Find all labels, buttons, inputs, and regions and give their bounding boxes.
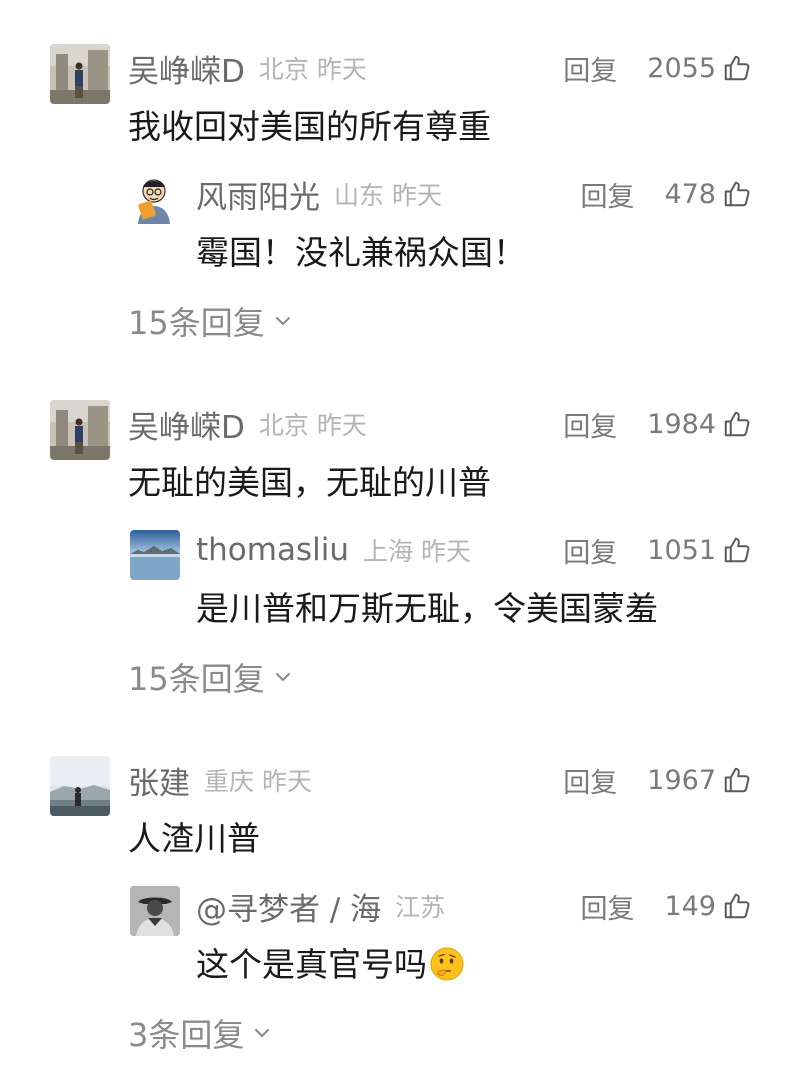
- chevron-down-icon: [275, 317, 290, 325]
- comment-author[interactable]: 吴峥嵘D: [128, 46, 245, 91]
- thumbs-up-icon[interactable]: [722, 765, 752, 795]
- thumbs-up-icon[interactable]: [722, 409, 752, 439]
- comment-text: 我收回对美国的所有尊重: [128, 107, 491, 146]
- reply-text-line: 这个是真官号吗: [196, 938, 465, 986]
- comment-text: 人渣川普: [128, 819, 260, 858]
- thumbs-up-icon[interactable]: [722, 535, 752, 565]
- like-count: 149: [664, 890, 716, 922]
- avatar[interactable]: [50, 756, 110, 816]
- comment-meta: 重庆 昨天: [204, 762, 312, 798]
- like-count: 1967: [647, 764, 716, 796]
- expand-replies-button[interactable]: 3条回复: [128, 1010, 272, 1056]
- comment-time: 昨天: [262, 767, 313, 796]
- reply-location: 上海: [363, 537, 414, 566]
- expand-replies-label: 15条回复: [128, 304, 265, 342]
- reply-author[interactable]: @寻梦者 / 海: [196, 884, 381, 929]
- like-count: 1051: [647, 534, 716, 566]
- chevron-down-icon: [275, 673, 290, 681]
- expand-replies-button[interactable]: 15条回复: [128, 654, 293, 700]
- reply-button[interactable]: 回复: [563, 49, 617, 88]
- reply-meta: 江苏: [395, 888, 445, 924]
- expand-replies-button[interactable]: 15条回复: [128, 298, 293, 344]
- reply-text: 是川普和万斯无耻，令美国蒙羞: [196, 589, 658, 628]
- comment-text: 无耻的美国，无耻的川普: [128, 463, 491, 502]
- reply-author[interactable]: thomasliu: [196, 532, 349, 568]
- avatar[interactable]: [50, 44, 110, 104]
- expand-replies-label: 3条回复: [128, 1016, 245, 1054]
- comment-author[interactable]: 吴峥嵘D: [128, 402, 245, 447]
- comment-meta: 北京 昨天: [259, 406, 367, 442]
- like-count: 2055: [647, 52, 716, 84]
- reply-text: 这个是真官号吗: [196, 945, 427, 984]
- reply-button[interactable]: 回复: [580, 175, 634, 214]
- thinking-face-icon: [430, 947, 464, 981]
- reply-text: 霉国！没礼兼祸众国！: [196, 233, 526, 272]
- avatar[interactable]: [50, 400, 110, 460]
- reply-time: 昨天: [421, 537, 472, 566]
- avatar[interactable]: [130, 174, 180, 224]
- reply-time: 昨天: [392, 181, 443, 210]
- thumbs-up-icon[interactable]: [722, 891, 752, 921]
- reply-button[interactable]: 回复: [580, 887, 634, 926]
- reply-author[interactable]: 风雨阳光: [196, 172, 320, 217]
- thumbs-up-icon[interactable]: [722, 53, 752, 83]
- reply-location: 山东: [334, 181, 385, 210]
- like-count: 478: [664, 178, 716, 210]
- comment-author[interactable]: 张建: [128, 758, 190, 803]
- comment-location: 北京: [258, 55, 309, 84]
- comment-time: 昨天: [316, 411, 367, 440]
- reply-button[interactable]: 回复: [563, 531, 617, 570]
- like-count: 1984: [647, 408, 716, 440]
- comment-location: 重庆: [204, 767, 255, 796]
- comment-meta: 北京 昨天: [259, 50, 367, 86]
- comment-time: 昨天: [316, 55, 367, 84]
- avatar[interactable]: [130, 886, 180, 936]
- reply-button[interactable]: 回复: [563, 761, 617, 800]
- chevron-down-icon: [255, 1029, 270, 1037]
- reply-button[interactable]: 回复: [563, 405, 617, 444]
- reply-location: 江苏: [395, 893, 446, 922]
- reply-meta: 上海 昨天: [363, 532, 471, 568]
- thumbs-up-icon[interactable]: [722, 179, 752, 209]
- comment-location: 北京: [258, 411, 309, 440]
- reply-meta: 山东 昨天: [334, 176, 442, 212]
- avatar[interactable]: [130, 530, 180, 580]
- expand-replies-label: 15条回复: [128, 660, 265, 698]
